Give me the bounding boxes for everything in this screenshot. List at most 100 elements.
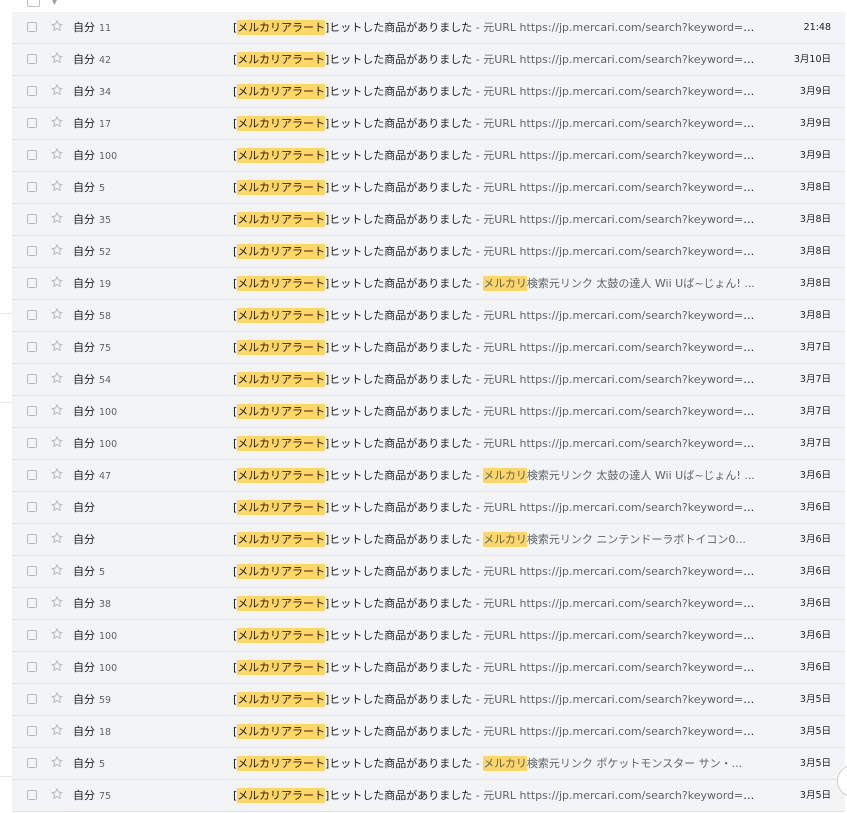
select-checkbox[interactable] — [27, 22, 37, 32]
select-checkbox[interactable] — [27, 758, 37, 768]
select-checkbox[interactable] — [27, 374, 37, 384]
star-icon[interactable] — [50, 627, 64, 641]
sender-name: 自分 — [73, 181, 95, 194]
select-checkbox[interactable] — [27, 566, 37, 576]
star-icon[interactable] — [50, 659, 64, 673]
star-icon[interactable] — [50, 371, 64, 385]
star-icon[interactable] — [50, 787, 64, 801]
message-row[interactable]: 自分 17 [メルカリアラート]ヒットした商品がありました - 元URL https… — [12, 108, 845, 140]
select-checkbox[interactable] — [27, 246, 37, 256]
select-checkbox[interactable] — [27, 438, 37, 448]
star-icon[interactable] — [50, 691, 64, 705]
message-row[interactable]: 自分 [メルカリアラート]ヒットした商品がありました - 元URL https:/… — [12, 492, 845, 524]
message-row[interactable]: 自分 100 [メルカリアラート]ヒットした商品がありました - 元URL http… — [12, 396, 845, 428]
star-icon[interactable] — [50, 115, 64, 129]
subject: [メルカリアラート]ヒットした商品がありました — [233, 308, 473, 323]
subject-separator: - — [472, 597, 484, 610]
message-row[interactable]: 自分 52 [メルカリアラート]ヒットした商品がありました - 元URL https… — [12, 236, 845, 268]
subject-text: ヒットした商品がありました — [329, 725, 473, 738]
select-checkbox[interactable] — [27, 342, 37, 352]
select-checkbox[interactable] — [27, 630, 37, 640]
message-date: 3月10日 — [793, 54, 831, 65]
message-row[interactable]: 自分 58 [メルカリアラート]ヒットした商品がありました - 元URL https… — [12, 300, 845, 332]
message-row[interactable]: 自分 19 [メルカリアラート]ヒットした商品がありました - メルカリ検索元リンク… — [12, 268, 845, 300]
star-icon[interactable] — [50, 211, 64, 225]
star-icon[interactable] — [50, 435, 64, 449]
message-row[interactable]: 自分 75 [メルカリアラート]ヒットした商品がありました - 元URL https… — [12, 780, 845, 812]
sender: 自分 — [73, 492, 99, 525]
star-icon[interactable] — [50, 531, 64, 545]
select-checkbox[interactable] — [27, 150, 37, 160]
message-content: [メルカリアラート]ヒットした商品がありました - 元URL https://j… — [233, 588, 759, 620]
select-checkbox[interactable] — [27, 406, 37, 416]
message-row[interactable]: 自分 100 [メルカリアラート]ヒットした商品がありました - 元URL http… — [12, 620, 845, 652]
snippet-text: 元URL https://jp.mercari.com/search?keywo… — [483, 565, 759, 578]
chevron-down-icon[interactable]: ▾ — [52, 0, 57, 8]
select-checkbox[interactable] — [27, 598, 37, 608]
message-row[interactable]: 自分 5 [メルカリアラート]ヒットした商品がありました - メルカリ検索元リンク … — [12, 748, 845, 780]
message-date: 3月6日 — [799, 502, 831, 513]
star-icon[interactable] — [50, 755, 64, 769]
message-row[interactable]: 自分 [メルカリアラート]ヒットした商品がありました - メルカリ検索元リンク ニ… — [12, 524, 845, 556]
message-row[interactable]: 自分 47 [メルカリアラート]ヒットした商品がありました - メルカリ検索元リンク… — [12, 460, 845, 492]
message-row[interactable]: 自分 18 [メルカリアラート]ヒットした商品がありました - 元URL https… — [12, 716, 845, 748]
message-row[interactable]: 自分 5 [メルカリアラート]ヒットした商品がありました - 元URL https:… — [12, 172, 845, 204]
select-checkbox[interactable] — [27, 790, 37, 800]
thread-count: 100 — [99, 663, 118, 674]
snippet-highlight: メルカリ — [483, 468, 527, 483]
message-row[interactable]: 自分 11 [メルカリアラート]ヒットした商品がありました - 元URL https… — [12, 12, 845, 44]
subject-separator: - — [472, 789, 484, 802]
star-icon[interactable] — [50, 19, 64, 33]
message-row[interactable]: 自分 42 [メルカリアラート]ヒットした商品がありました - 元URL https… — [12, 44, 845, 76]
message-date: 3月6日 — [799, 598, 831, 609]
snippet-text: 元URL https://jp.mercari.com/search?keywo… — [483, 501, 759, 514]
select-checkbox[interactable] — [27, 502, 37, 512]
star-icon[interactable] — [50, 147, 64, 161]
snippet: 元URL https://jp.mercari.com/search?keywo… — [483, 405, 759, 418]
select-checkbox[interactable] — [27, 470, 37, 480]
select-checkbox[interactable] — [27, 310, 37, 320]
subject-text: ヒットした商品がありました — [329, 309, 473, 322]
select-checkbox[interactable] — [27, 662, 37, 672]
message-row[interactable]: 自分 75 [メルカリアラート]ヒットした商品がありました - 元URL https… — [12, 332, 845, 364]
message-row[interactable]: 自分 38 [メルカリアラート]ヒットした商品がありました - 元URL https… — [12, 588, 845, 620]
select-all-checkbox[interactable] — [27, 0, 40, 7]
star-icon[interactable] — [50, 467, 64, 481]
select-checkbox[interactable] — [27, 694, 37, 704]
select-checkbox[interactable] — [27, 54, 37, 64]
star-icon[interactable] — [50, 563, 64, 577]
message-date: 3月6日 — [799, 534, 831, 545]
message-row[interactable]: 自分 54 [メルカリアラート]ヒットした商品がありました - 元URL https… — [12, 364, 845, 396]
star-icon[interactable] — [50, 723, 64, 737]
message-row[interactable]: 自分 100 [メルカリアラート]ヒットした商品がありました - 元URL http… — [12, 140, 845, 172]
select-checkbox[interactable] — [27, 182, 37, 192]
star-icon[interactable] — [50, 595, 64, 609]
select-checkbox[interactable] — [27, 86, 37, 96]
select-checkbox[interactable] — [27, 118, 37, 128]
star-icon[interactable] — [50, 499, 64, 513]
select-checkbox[interactable] — [27, 534, 37, 544]
star-icon[interactable] — [50, 307, 64, 321]
star-icon[interactable] — [50, 403, 64, 417]
message-row[interactable]: 自分 35 [メルカリアラート]ヒットした商品がありました - 元URL https… — [12, 204, 845, 236]
thread-count: 100 — [99, 439, 118, 450]
select-checkbox[interactable] — [27, 214, 37, 224]
star-icon[interactable] — [50, 179, 64, 193]
message-row[interactable]: 自分 5 [メルカリアラート]ヒットした商品がありました - 元URL https:… — [12, 556, 845, 588]
star-icon[interactable] — [50, 51, 64, 65]
message-row[interactable]: 自分 100 [メルカリアラート]ヒットした商品がありました - 元URL http… — [12, 428, 845, 460]
message-row[interactable]: 自分 100 [メルカリアラート]ヒットした商品がありました - 元URL http… — [12, 652, 845, 684]
star-icon[interactable] — [50, 339, 64, 353]
message-row[interactable]: 自分 34 [メルカリアラート]ヒットした商品がありました - 元URL https… — [12, 76, 845, 108]
star-icon[interactable] — [50, 275, 64, 289]
select-checkbox[interactable] — [27, 278, 37, 288]
star-icon[interactable] — [50, 83, 64, 97]
sender: 自分 19 — [73, 268, 111, 301]
subject-text: ヒットした商品がありました — [329, 565, 473, 578]
message-row[interactable]: 自分 59 [メルカリアラート]ヒットした商品がありました - 元URL https… — [12, 684, 845, 716]
sender: 自分 75 — [73, 780, 111, 813]
message-date: 3月5日 — [799, 694, 831, 705]
select-checkbox[interactable] — [27, 726, 37, 736]
sender: 自分 47 — [73, 460, 111, 493]
star-icon[interactable] — [50, 243, 64, 257]
